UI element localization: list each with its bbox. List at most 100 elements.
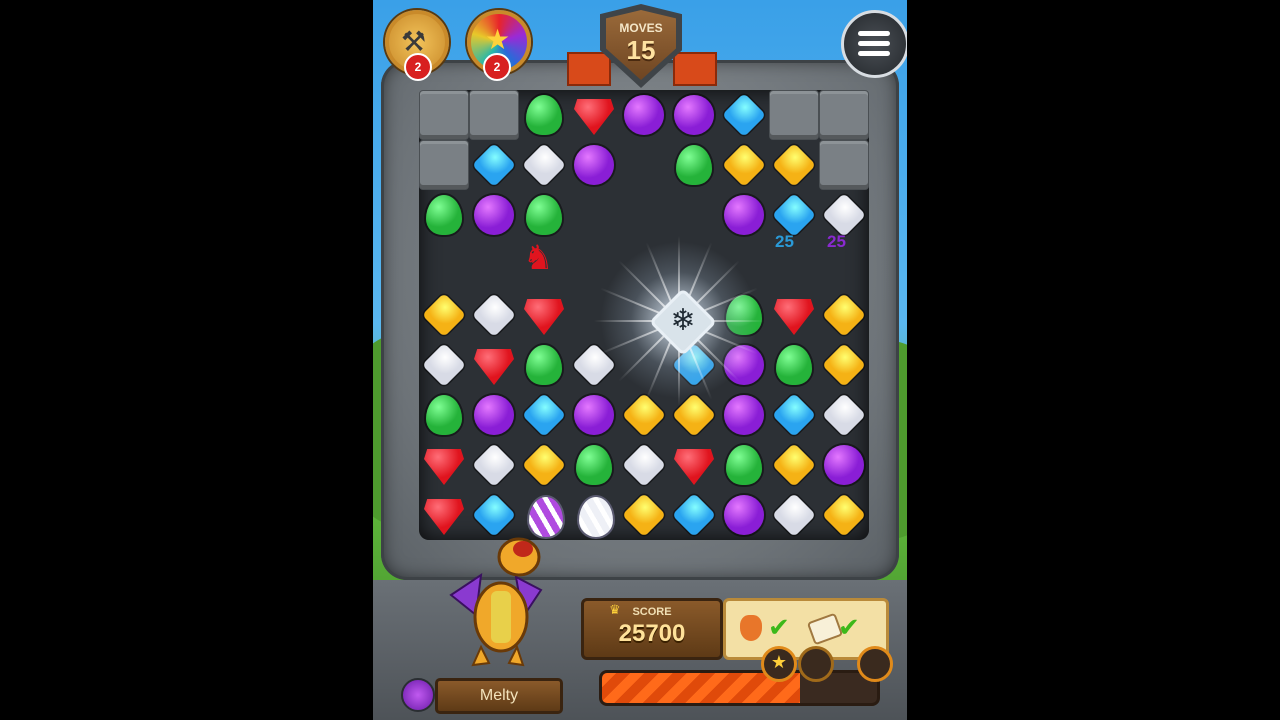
- white-egg[interactable]: [569, 490, 619, 540]
- blue-gem-icon: [771, 192, 817, 238]
- yellow-gem-icon: [771, 142, 817, 188]
- score-value: 25700: [618, 620, 686, 647]
- yellow-gem[interactable]: [819, 340, 869, 390]
- red-gem[interactable]: [469, 340, 519, 390]
- green-gem-icon: [526, 95, 562, 135]
- purple-gem[interactable]: [719, 190, 769, 240]
- yellow-gem[interactable]: [769, 440, 819, 490]
- green-gem[interactable]: [519, 190, 569, 240]
- check-icon: ✔: [838, 613, 860, 643]
- purple-gem[interactable]: [719, 490, 769, 540]
- green-gem[interactable]: [769, 340, 819, 390]
- progress-star-2: [798, 646, 834, 682]
- white-gem[interactable]: [819, 390, 869, 440]
- blue-gem[interactable]: [469, 490, 519, 540]
- yellow-gem[interactable]: [619, 490, 669, 540]
- white-gem[interactable]: [619, 440, 669, 490]
- red-gem[interactable]: [519, 290, 569, 340]
- white-gem[interactable]: [769, 490, 819, 540]
- stone-block: [469, 90, 519, 140]
- white-gem-icon: [421, 342, 467, 388]
- booster-count-badge: 2: [483, 53, 511, 81]
- stone-block-tile: [419, 140, 469, 190]
- progress-star-1: ★: [761, 646, 797, 682]
- yellow-gem-icon: [621, 492, 667, 538]
- white-gem-icon: [471, 292, 517, 338]
- game-board[interactable]: ❄ 25 25 ♞: [419, 90, 869, 540]
- stone-block: [819, 90, 869, 140]
- purple-egg[interactable]: [519, 490, 569, 540]
- moves-counter: 15: [626, 35, 656, 65]
- green-gem[interactable]: [569, 440, 619, 490]
- blue-gem-icon: [671, 492, 717, 538]
- yellow-gem[interactable]: [819, 290, 869, 340]
- blue-gem-icon: [771, 392, 817, 438]
- white-gem[interactable]: [469, 440, 519, 490]
- blue-gem[interactable]: [669, 490, 719, 540]
- white-gem[interactable]: [519, 140, 569, 190]
- purple-gem-icon: [474, 395, 514, 435]
- character-name-plate: Melty: [435, 678, 563, 714]
- red-gem-icon: [474, 349, 514, 385]
- purple-gem-icon: [724, 195, 764, 235]
- stone-block: [819, 140, 869, 190]
- yellow-gem-icon: [771, 442, 817, 488]
- points-popup: 25: [775, 232, 794, 251]
- white-gem-icon: [771, 492, 817, 538]
- green-gem[interactable]: [719, 440, 769, 490]
- blue-gem[interactable]: [769, 390, 819, 440]
- check-icon: ✔: [768, 613, 790, 643]
- purple-gem-icon: [724, 495, 764, 535]
- red-gem[interactable]: [669, 440, 719, 490]
- yellow-gem[interactable]: [519, 440, 569, 490]
- purple-gem[interactable]: [669, 90, 719, 140]
- purple-gem[interactable]: [569, 140, 619, 190]
- red-gem-icon: [524, 299, 564, 335]
- green-gem-icon: [426, 195, 462, 235]
- green-gem[interactable]: [419, 390, 469, 440]
- red-gem[interactable]: [769, 290, 819, 340]
- moves-label: MOVES: [619, 21, 663, 35]
- yellow-gem-icon: [821, 292, 867, 338]
- star-icon: ★: [485, 23, 511, 56]
- yellow-gem-icon: [821, 492, 867, 538]
- score-panel: SCORE 25700: [581, 598, 723, 660]
- green-gem[interactable]: [419, 190, 469, 240]
- green-gem-icon: [676, 145, 712, 185]
- purple-gem[interactable]: [619, 90, 669, 140]
- green-gem[interactable]: [519, 340, 569, 390]
- stone-block-tile: [819, 90, 869, 140]
- blue-gem[interactable]: [719, 90, 769, 140]
- yellow-gem-icon: [721, 142, 767, 188]
- red-gem-icon: [674, 449, 714, 485]
- yellow-gem[interactable]: [819, 490, 869, 540]
- yellow-gem[interactable]: [719, 140, 769, 190]
- white-gem[interactable]: [469, 290, 519, 340]
- points-popup: 25: [827, 232, 846, 251]
- yellow-gem[interactable]: [769, 140, 819, 190]
- purple-gem-icon: [674, 95, 714, 135]
- menu-button[interactable]: [841, 10, 907, 78]
- stone-block-tile: [469, 90, 519, 140]
- yellow-gem[interactable]: [419, 290, 469, 340]
- booster-count-badge: 2: [404, 53, 432, 81]
- purple-gem[interactable]: [469, 390, 519, 440]
- green-gem-icon: [526, 345, 562, 385]
- green-gem[interactable]: [519, 90, 569, 140]
- stone-block-tile: [419, 90, 469, 140]
- blue-gem[interactable]: [519, 390, 569, 440]
- red-gem[interactable]: [419, 490, 469, 540]
- green-gem-icon: [726, 445, 762, 485]
- green-gem-icon: [426, 395, 462, 435]
- red-gem[interactable]: [569, 90, 619, 140]
- red-gem[interactable]: [419, 440, 469, 490]
- red-gem-icon: [574, 99, 614, 135]
- purple-gem[interactable]: [469, 190, 519, 240]
- green-gem[interactable]: [669, 140, 719, 190]
- score-progress-bar: [599, 670, 880, 706]
- red-rabbit-icon: ♞: [523, 238, 554, 278]
- purple-gem[interactable]: [819, 440, 869, 490]
- white-gem[interactable]: [419, 340, 469, 390]
- blue-gem[interactable]: [469, 140, 519, 190]
- red-gem-icon: [424, 449, 464, 485]
